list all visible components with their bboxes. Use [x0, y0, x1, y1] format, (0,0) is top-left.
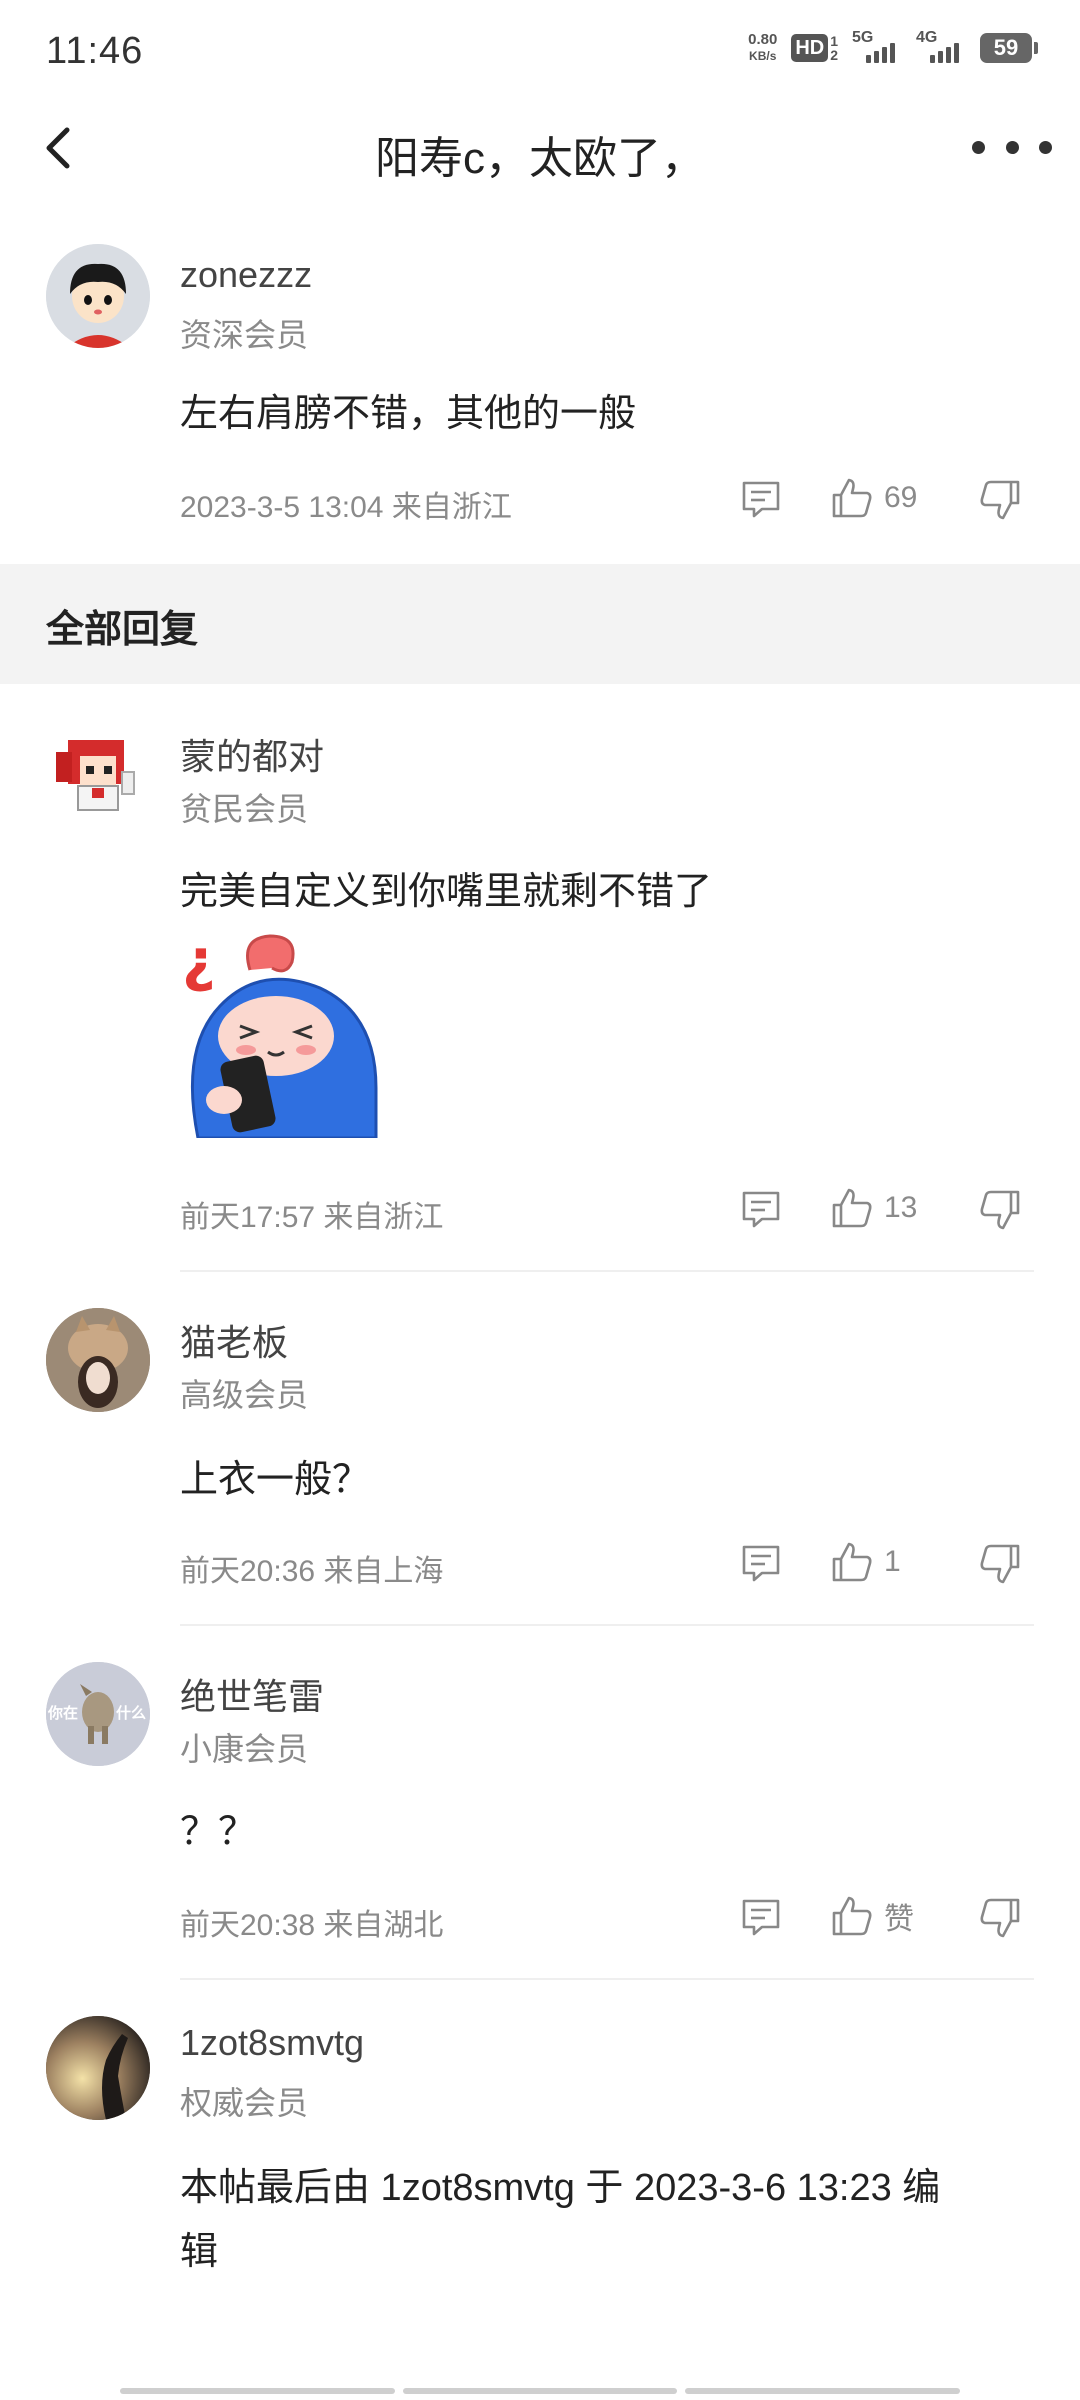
thumbs-down-icon: [980, 1898, 1020, 1938]
like-count: 1: [884, 1545, 901, 1578]
signal-5g-icon: 5G: [852, 29, 902, 63]
dislike-button[interactable]: [978, 1542, 1022, 1586]
sticker-image: ¿: [180, 926, 380, 1140]
comment-button[interactable]: [740, 1542, 782, 1584]
status-bar: 11:46 0.80 KB/s HD 12 5G 4G 59: [0, 0, 1080, 100]
thumbs-down-icon: [980, 1544, 1020, 1584]
page-title: 阳寿c，太欧了，: [375, 134, 705, 183]
thumbs-up-icon: [832, 1188, 872, 1228]
comment-icon: [742, 1191, 780, 1228]
section-title: 全部回复: [46, 609, 199, 651]
user-rank: 小康会员: [180, 1731, 309, 1767]
avatar[interactable]: 你在 什么: [46, 1662, 150, 1766]
like-button[interactable]: 13: [830, 1186, 917, 1230]
thumbs-up-icon: [832, 1896, 872, 1936]
cartoon-avatar-icon: [46, 244, 150, 348]
reply-meta: 前天17:57 来自浙江: [180, 1201, 444, 1234]
hd-icon: HD 12: [791, 34, 838, 62]
avatar[interactable]: [46, 244, 150, 348]
user-rank: 贫民会员: [180, 791, 309, 827]
reply-content: ？？: [180, 1811, 257, 1853]
reply-content: 上衣一般？: [180, 1459, 371, 1501]
svg-text:¿: ¿: [182, 928, 216, 994]
username[interactable]: zonezzz: [180, 254, 312, 296]
photo-avatar-icon: [46, 2016, 150, 2120]
thumbs-down-icon: [980, 1190, 1020, 1230]
comment-button[interactable]: [740, 1188, 782, 1230]
network-speed: 0.80 KB/s: [748, 31, 778, 64]
status-icons: 0.80 KB/s HD 12 5G 4G 59: [748, 29, 1038, 64]
like-count: 13: [884, 1191, 918, 1224]
dislike-button[interactable]: [978, 1188, 1022, 1232]
comment-icon: [742, 1899, 780, 1936]
like-button[interactable]: 69: [830, 476, 917, 520]
section-header: 全部回复: [0, 564, 1080, 684]
thumbs-down-icon: [980, 480, 1020, 520]
nav-bar: 阳寿c，太欧了，: [0, 100, 1080, 196]
comment-icon: [742, 1545, 780, 1582]
divider: [180, 1624, 1034, 1626]
avatar[interactable]: [46, 1308, 150, 1412]
user-rank: 资深会员: [180, 317, 309, 353]
username[interactable]: 绝世笔雷: [180, 1668, 324, 1720]
like-count: 69: [884, 481, 918, 514]
reply-meta: 前天20:36 来自上海: [180, 1555, 444, 1588]
more-dot-icon: [1039, 140, 1052, 154]
divider: [180, 1270, 1034, 1272]
signal-4g-icon: 4G: [916, 29, 966, 63]
username[interactable]: 1zot8smvtg: [180, 2022, 364, 2064]
like-label: 赞: [884, 1903, 914, 1936]
dislike-button[interactable]: [978, 1896, 1022, 1940]
user-rank: 权威会员: [180, 2085, 309, 2121]
thumbs-up-icon: [832, 1542, 872, 1582]
comment-icon: [742, 481, 780, 518]
post-content: 左右肩膀不错，其他的一般: [180, 393, 637, 435]
more-button[interactable]: [972, 122, 1052, 172]
username[interactable]: 蒙的都对: [180, 728, 324, 780]
cat-photo-avatar-icon: [46, 1308, 150, 1412]
dislike-button[interactable]: [978, 478, 1022, 522]
username[interactable]: 猫老板: [180, 1314, 288, 1366]
like-button[interactable]: 1: [830, 1540, 901, 1584]
divider: [180, 1978, 1034, 1980]
reply-meta: 前天20:38 来自湖北: [180, 1909, 444, 1942]
user-rank: 高级会员: [180, 1377, 309, 1413]
avatar[interactable]: [46, 2016, 150, 2120]
more-dot-icon: [972, 140, 985, 154]
battery-icon: 59: [980, 33, 1038, 63]
thumbs-up-icon: [832, 478, 872, 518]
reply-content: 本帖最后由 1zot8smvtg 于 2023-3-6 13:23 编 辑: [180, 2167, 941, 2273]
avatar[interactable]: [46, 722, 150, 826]
post-meta: 2023-3-5 13:04 来自浙江: [180, 491, 512, 524]
comment-button[interactable]: [740, 1896, 782, 1938]
status-time: 11:46: [46, 30, 144, 72]
home-indicator: [120, 2388, 961, 2394]
reply-content: 完美自定义到你嘴里就剩不错了: [180, 871, 713, 913]
pixel-girl-avatar-icon: [56, 740, 135, 811]
comment-button[interactable]: [740, 478, 782, 520]
like-button[interactable]: 赞: [830, 1894, 914, 1938]
more-dot-icon: [1005, 140, 1019, 154]
